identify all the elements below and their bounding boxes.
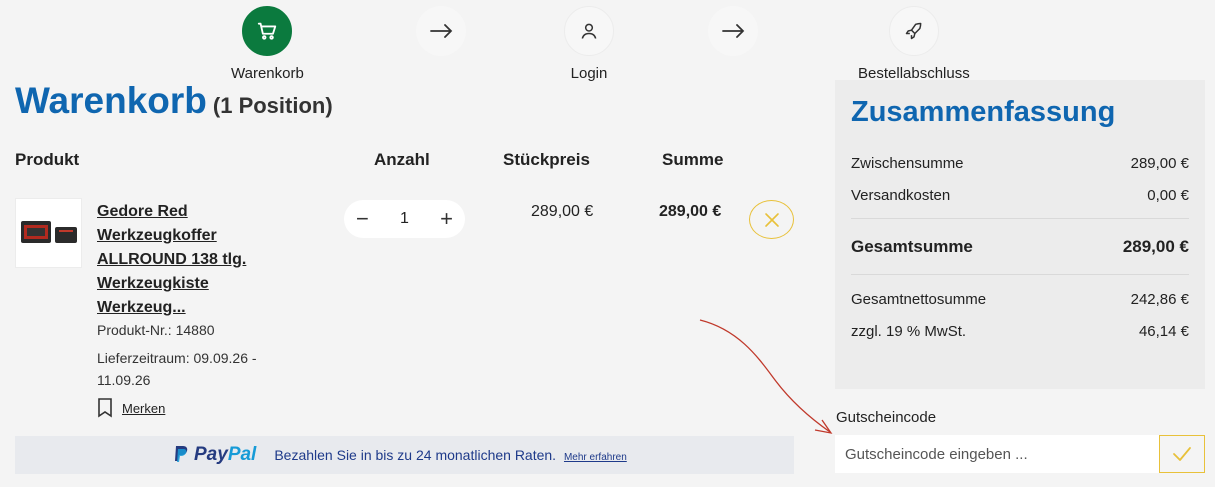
page-title-text: Warenkorb <box>15 80 207 121</box>
remove-item-button[interactable] <box>749 200 794 239</box>
product-image[interactable] <box>15 198 82 268</box>
paypal-installments-text: Bezahlen Sie in bis zu 24 monatlichen Ra… <box>274 447 557 463</box>
total-label: Gesamtsumme <box>851 237 973 256</box>
subtotal-value: 289,00 € <box>1130 154 1189 172</box>
order-summary: Zusammenfassung Zwischensumme 289,00 € V… <box>835 80 1205 389</box>
paypal-logo-pay: Pay <box>194 444 228 465</box>
quantity-stepper: − 1 + <box>344 200 465 238</box>
header-quantity: Anzahl <box>374 150 430 169</box>
step-bestellabschluss[interactable]: Bestellabschluss <box>858 6 970 82</box>
total-value: 289,00 € <box>1122 237 1189 256</box>
header-unit-price: Stückpreis <box>503 150 590 169</box>
step-login[interactable]: Login <box>564 6 614 82</box>
step-label-login: Login <box>570 65 608 82</box>
header-product: Produkt <box>15 150 80 169</box>
shipping-row: Versandkosten 0,00 € <box>851 179 1189 211</box>
unit-price: 289,00 € <box>531 203 594 220</box>
vat-label: zzgl. 19 % MwSt. <box>851 322 967 340</box>
paypal-logo: PayPal <box>173 444 256 466</box>
subtotal-label: Zwischensumme <box>851 154 964 172</box>
decrease-button[interactable]: − <box>356 208 369 230</box>
apply-coupon-button[interactable] <box>1159 435 1205 473</box>
increase-button[interactable]: + <box>440 208 453 230</box>
user-icon <box>564 6 614 56</box>
page-title: Warenkorb (1 Position) <box>15 80 333 122</box>
net-total-row: Gesamtnettosumme 242,86 € <box>851 283 1189 315</box>
coupon-label: Gutscheincode <box>836 409 937 426</box>
vat-row: zzgl. 19 % MwSt. 46,14 € <box>851 315 1189 347</box>
step-warenkorb[interactable]: Warenkorb <box>231 6 304 82</box>
bookmark-icon <box>98 398 112 418</box>
header-sum: Summe <box>662 150 724 169</box>
coupon-input[interactable] <box>835 435 1159 473</box>
cart-icon <box>242 6 293 56</box>
subtotal-row: Zwischensumme 289,00 € <box>851 147 1189 179</box>
net-total-label: Gesamtnettosumme <box>851 290 987 308</box>
close-icon <box>764 212 779 227</box>
quantity-value[interactable]: 1 <box>400 210 409 228</box>
paypal-icon <box>175 446 188 462</box>
product-name-link[interactable]: Gedore Red Werkzeugkoffer ALLROUND 138 t… <box>97 200 267 320</box>
save-for-later-button[interactable]: Merken <box>97 398 165 418</box>
net-total-value: 242,86 € <box>1130 290 1189 308</box>
position-count: (1 Position) <box>212 93 333 118</box>
line-sum: 289,00 € <box>659 203 722 220</box>
paypal-banner: PayPal Bezahlen Sie in bis zu 24 monatli… <box>15 436 794 474</box>
arrow-right-icon <box>416 6 466 56</box>
paypal-logo-pal: Pal <box>227 444 257 465</box>
shipping-value: 0,00 € <box>1147 186 1189 204</box>
divider <box>851 218 1189 219</box>
shipping-label: Versandkosten <box>851 186 951 204</box>
vat-value: 46,14 € <box>1138 322 1189 340</box>
summary-title: Zusammenfassung <box>851 96 1116 128</box>
arrow-right-icon <box>708 6 758 56</box>
total-row: Gesamtsumme 289,00 € <box>851 227 1189 267</box>
divider <box>851 274 1189 275</box>
delivery-period: Lieferzeitraum: 09.09.26 - 11.09.26 <box>97 350 257 388</box>
product-number: Produkt-Nr.: 14880 <box>97 322 215 338</box>
save-label: Merken <box>122 400 166 416</box>
paypal-learn-more-link[interactable]: Mehr erfahren <box>564 452 627 463</box>
rocket-icon <box>888 6 939 56</box>
check-icon <box>1173 447 1191 461</box>
